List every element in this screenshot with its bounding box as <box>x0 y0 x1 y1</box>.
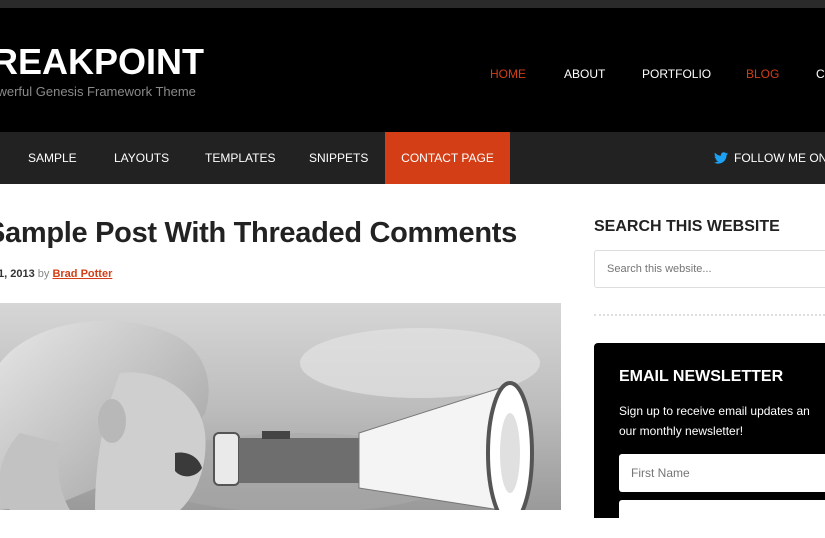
main-nav: HOME ABOUT PORTFOLIO BLOG C <box>0 67 825 83</box>
post-author-link[interactable]: Brad Potter <box>52 268 112 280</box>
subnav-item-sample[interactable]: SAMPLE <box>28 132 77 184</box>
post-meta: 1, 2013 by Brad Potter <box>0 268 112 280</box>
nav-item-blog[interactable]: BLOG <box>746 67 779 81</box>
newsletter-description-line: Sign up to receive email updates an <box>619 404 810 418</box>
nav-item-contact[interactable]: C <box>816 67 825 81</box>
newsletter-title: EMAIL NEWSLETTER <box>619 368 784 385</box>
nav-item-home[interactable]: HOME <box>490 67 526 81</box>
subnav-item-layouts[interactable]: LAYOUTS <box>114 132 169 184</box>
search-input[interactable] <box>594 250 825 288</box>
newsletter-description: Sign up to receive email updates an our … <box>619 401 825 441</box>
subnav-item-snippets[interactable]: SNIPPETS <box>309 132 368 184</box>
post-title[interactable]: Sample Post With Threaded Comments <box>0 217 517 250</box>
post-by: by <box>37 268 50 280</box>
nav-item-portfolio[interactable]: PORTFOLIO <box>642 67 711 81</box>
site-tagline: A Powerful Genesis Framework Theme <box>0 84 196 99</box>
top-bar <box>0 0 825 8</box>
sidebar-divider <box>594 314 825 316</box>
follow-me-link[interactable]: FOLLOW ME ON <box>734 132 825 184</box>
site-header: BREAKPOINT A Powerful Genesis Framework … <box>0 8 825 132</box>
post-date: 1, 2013 <box>0 268 35 280</box>
first-name-input[interactable] <box>619 454 825 492</box>
subnav-item-templates[interactable]: TEMPLATES <box>205 132 275 184</box>
megaphone-photo <box>0 303 561 510</box>
nav-item-about[interactable]: ABOUT <box>564 67 605 81</box>
newsletter-widget: EMAIL NEWSLETTER Sign up to receive emai… <box>594 343 825 538</box>
search-widget-title: SEARCH THIS WEBSITE <box>594 218 780 235</box>
twitter-icon[interactable] <box>714 152 728 164</box>
newsletter-description-line: our monthly newsletter! <box>619 424 744 438</box>
secondary-nav: SAMPLE LAYOUTS TEMPLATES SNIPPETS CONTAC… <box>0 132 825 184</box>
email-input[interactable] <box>619 500 825 538</box>
subnav-item-contact-page[interactable]: CONTACT PAGE <box>385 132 510 184</box>
post-featured-image <box>0 303 561 510</box>
